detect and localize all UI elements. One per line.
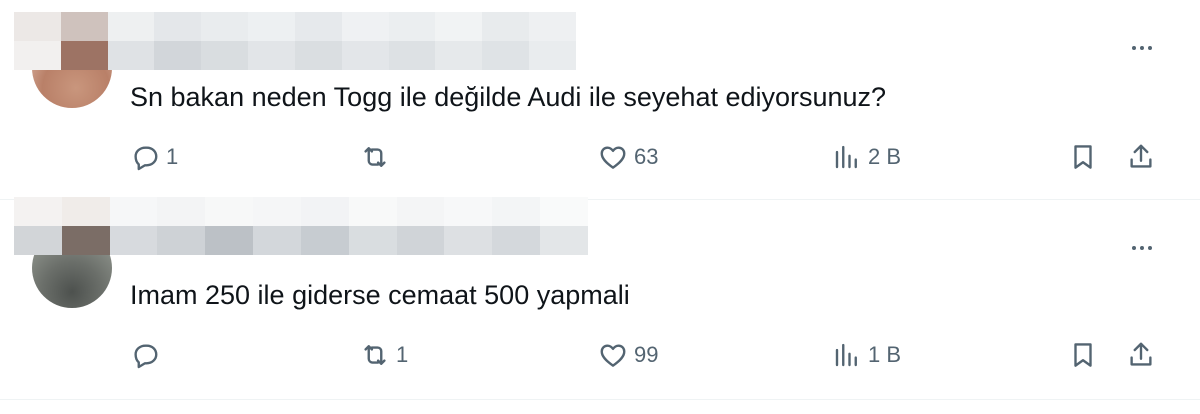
views-button[interactable]: 1 B	[832, 340, 901, 370]
retweet-button[interactable]: 1	[360, 340, 408, 370]
tweet-reply-2[interactable]: Imam 250 ile giderse cemaat 500 yapmali …	[0, 197, 1200, 400]
retweet-icon	[364, 345, 386, 365]
tweet-text: Imam 250 ile giderse cemaat 500 yapmali	[130, 280, 630, 310]
bookmark-button[interactable]	[1068, 340, 1098, 370]
like-count: 99	[634, 342, 659, 367]
reply-button[interactable]	[130, 340, 166, 370]
share-button[interactable]	[1126, 340, 1156, 370]
like-button[interactable]: 99	[598, 340, 658, 370]
redacted-username-mosaic	[14, 12, 576, 70]
reply-icon	[134, 344, 158, 369]
tweet-reply-1[interactable]: Sn bakan neden Togg ile değilde Audi ile…	[0, 0, 1200, 200]
retweet-icon	[364, 147, 386, 167]
retweet-button[interactable]	[360, 142, 396, 172]
reply-button[interactable]: 1	[130, 142, 178, 172]
more-dots-icon	[1132, 46, 1136, 50]
share-icon	[1130, 144, 1152, 168]
more-options-button[interactable]	[1124, 36, 1160, 60]
views-button[interactable]: 2 B	[832, 142, 901, 172]
redacted-username-mosaic	[14, 197, 588, 255]
heart-icon	[600, 344, 626, 367]
views-count: 1 B	[868, 342, 902, 367]
tweet-text: Sn bakan neden Togg ile değilde Audi ile…	[130, 82, 887, 112]
reply-count: 1	[166, 144, 179, 169]
views-chart-icon	[835, 343, 857, 367]
retweet-count: 1	[396, 342, 409, 367]
bookmark-icon	[1074, 145, 1092, 169]
reply-icon	[134, 146, 158, 171]
bookmark-icon	[1074, 343, 1092, 367]
views-count: 2 B	[868, 144, 902, 169]
share-icon	[1130, 342, 1152, 366]
like-count: 63	[634, 144, 659, 169]
views-chart-icon	[835, 145, 857, 169]
heart-icon	[600, 146, 626, 169]
share-button[interactable]	[1126, 142, 1156, 172]
like-button[interactable]: 63	[598, 142, 658, 172]
bookmark-button[interactable]	[1068, 142, 1098, 172]
more-dots-icon	[1132, 246, 1136, 250]
more-options-button[interactable]	[1124, 236, 1160, 260]
